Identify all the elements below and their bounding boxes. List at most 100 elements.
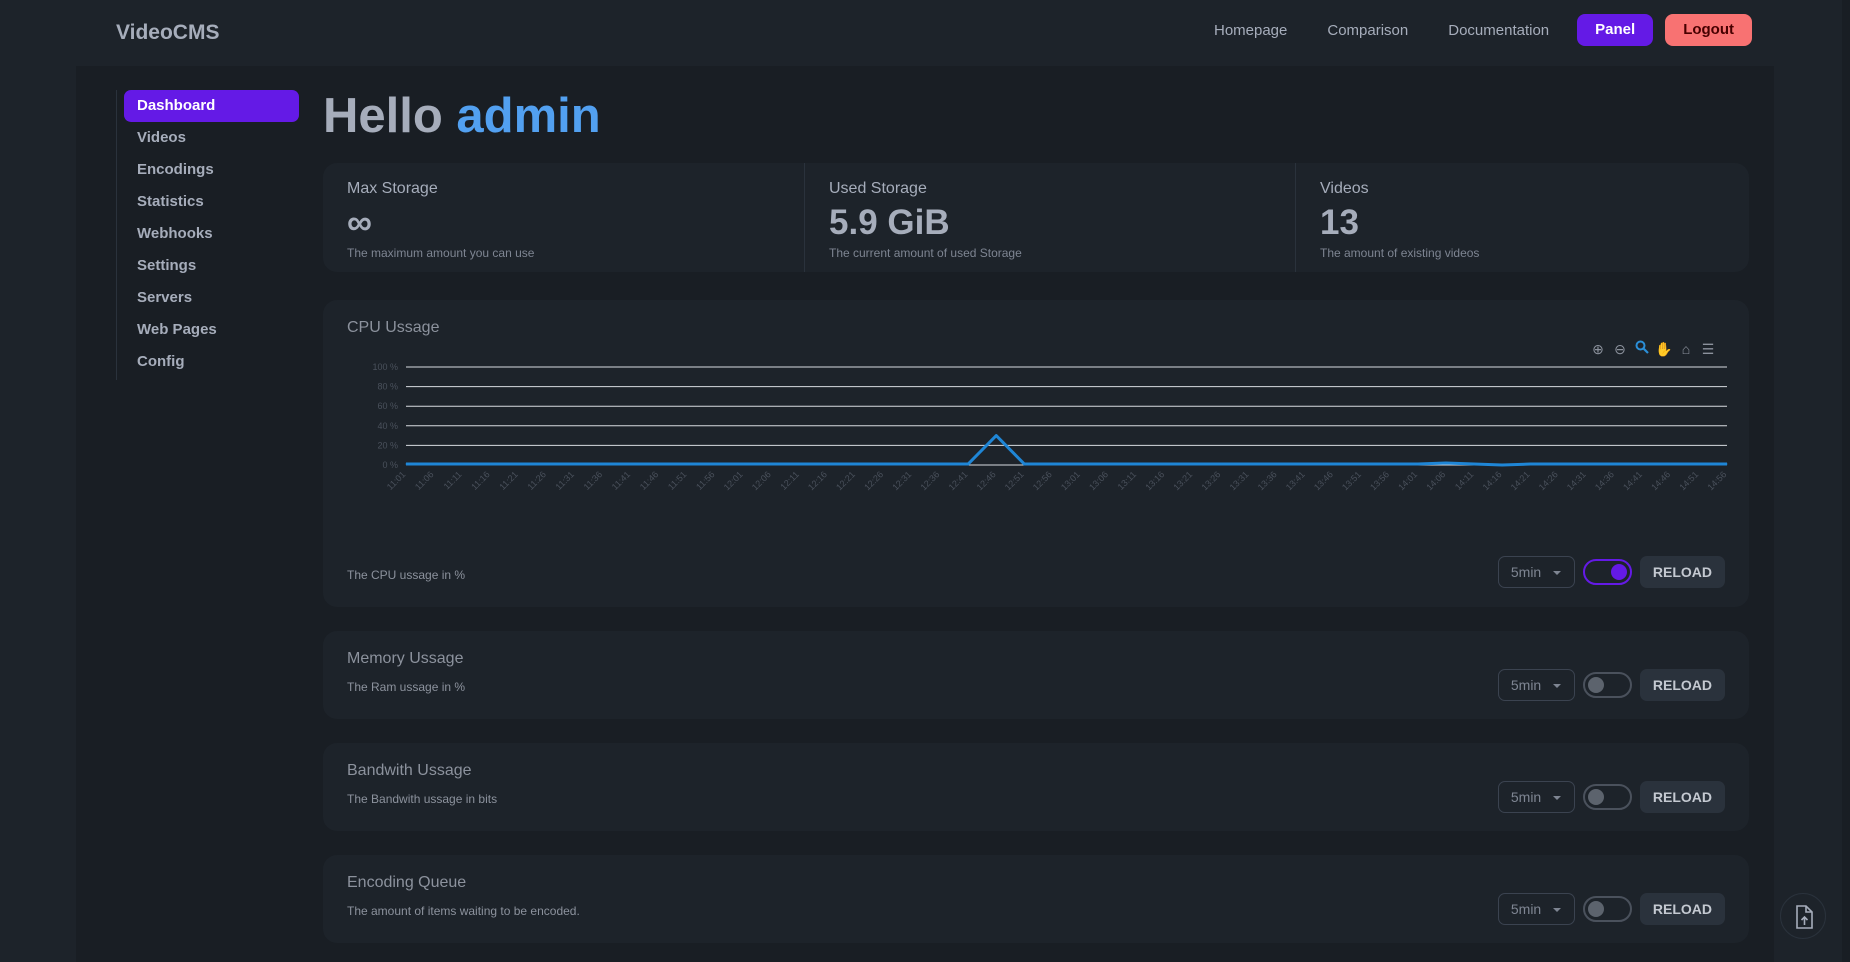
stat-used-storage: Used Storage 5.9 GiB The current amount … bbox=[804, 163, 1295, 272]
sidebar-item-web-pages[interactable]: Web Pages bbox=[124, 314, 299, 346]
stat-title: Max Storage bbox=[347, 180, 438, 197]
sidebar-item-webhooks[interactable]: Webhooks bbox=[124, 218, 299, 250]
x-tick-label: 11:16 bbox=[469, 469, 492, 492]
cpu-data-point bbox=[1501, 464, 1503, 466]
reload-button[interactable]: RELOAD bbox=[1639, 669, 1725, 701]
stat-max-storage: Max Storage ∞ The maximum amount you can… bbox=[323, 163, 804, 272]
interval-value: 5min bbox=[1510, 789, 1542, 805]
cpu-data-point bbox=[1333, 463, 1335, 465]
live-toggle[interactable] bbox=[1582, 672, 1632, 698]
sidebar-item-videos[interactable]: Videos bbox=[124, 122, 299, 154]
x-tick-label: 11:21 bbox=[497, 469, 520, 492]
card-desc: The Ram ussage in % bbox=[347, 680, 466, 694]
cpu-data-point bbox=[602, 463, 604, 465]
nav-homepage[interactable]: Homepage bbox=[1214, 22, 1287, 39]
sidebar-item-settings[interactable]: Settings bbox=[124, 250, 299, 282]
stat-value: 5.9 GiB bbox=[829, 203, 950, 242]
reload-button[interactable]: RELOAD bbox=[1639, 556, 1725, 588]
cpu-data-point bbox=[1557, 463, 1559, 465]
cpu-data-point bbox=[1108, 463, 1110, 465]
x-tick-label: 13:11 bbox=[1116, 469, 1139, 492]
page-scrollbar[interactable] bbox=[1842, 0, 1850, 962]
sidebar-item-config[interactable]: Config bbox=[124, 346, 299, 378]
x-tick-label: 11:06 bbox=[413, 469, 436, 492]
sidebar-item-statistics[interactable]: Statistics bbox=[124, 186, 299, 218]
brand-logo[interactable]: VideoCMS bbox=[116, 21, 219, 45]
stat-value: ∞ bbox=[347, 203, 372, 242]
sidebar-item-dashboard[interactable]: Dashboard bbox=[124, 90, 299, 122]
top-navbar: VideoCMS Homepage Comparison Documentati… bbox=[0, 0, 1850, 66]
cpu-data-point bbox=[1164, 463, 1166, 465]
x-tick-label: 13:56 bbox=[1368, 469, 1391, 492]
x-tick-label: 14:46 bbox=[1649, 469, 1672, 492]
cpu-data-point bbox=[1726, 463, 1728, 465]
x-tick-label: 14:56 bbox=[1705, 469, 1728, 492]
cpu-usage-card: CPU Ussage ⊕ ⊖ ✋ ⌂ ☰ 100 % 80 % 60 % 40 % 20… bbox=[323, 300, 1749, 607]
card-desc: The CPU ussage in % bbox=[347, 568, 466, 582]
cpu-data-point bbox=[770, 463, 772, 465]
x-tick-label: 11:11 bbox=[442, 469, 464, 491]
cpu-data-point bbox=[798, 463, 800, 465]
reload-button[interactable]: RELOAD bbox=[1639, 781, 1725, 813]
x-tick-label: 13:01 bbox=[1059, 469, 1082, 492]
x-tick-label: 14:11 bbox=[1453, 469, 1476, 492]
caret-down-icon bbox=[1552, 908, 1561, 912]
card-title: Encoding Queue bbox=[347, 874, 467, 891]
x-tick-label: 12:26 bbox=[862, 469, 885, 492]
stat-title: Videos bbox=[1320, 180, 1369, 197]
x-tick-label: 12:01 bbox=[722, 469, 745, 492]
logout-button[interactable]: Logout bbox=[1665, 14, 1752, 46]
stat-desc: The current amount of used Storage bbox=[829, 246, 1022, 260]
x-tick-label: 14:51 bbox=[1677, 469, 1700, 492]
nav-comparison[interactable]: Comparison bbox=[1327, 22, 1408, 39]
card-controls: 5min RELOAD bbox=[1497, 556, 1725, 588]
x-tick-label: 13:21 bbox=[1171, 469, 1194, 492]
x-tick-label: 13:16 bbox=[1143, 469, 1166, 492]
x-tick-label: 11:31 bbox=[554, 469, 577, 492]
x-tick-label: 11:26 bbox=[525, 469, 548, 492]
x-tick-label: 12:16 bbox=[806, 469, 829, 492]
x-tick-label: 12:31 bbox=[890, 469, 913, 492]
sidebar: Dashboard Videos Encodings Statistics We… bbox=[116, 90, 299, 380]
panel-button[interactable]: Panel bbox=[1577, 14, 1654, 46]
bandwith-usage-card: Bandwith Ussage The Bandwith ussage in b… bbox=[323, 743, 1749, 831]
sidebar-item-servers[interactable]: Servers bbox=[124, 282, 299, 314]
live-toggle[interactable] bbox=[1582, 559, 1632, 585]
cpu-data-point bbox=[1304, 463, 1306, 465]
stat-desc: The maximum amount you can use bbox=[347, 246, 535, 260]
interval-select[interactable]: 5min bbox=[1497, 556, 1575, 588]
x-tick-label: 13:06 bbox=[1087, 469, 1110, 492]
interval-select[interactable]: 5min bbox=[1497, 781, 1575, 813]
card-desc: The amount of items waiting to be encode… bbox=[347, 904, 580, 918]
x-tick-label: 11:41 bbox=[610, 469, 633, 492]
y-tick-label: 80 % bbox=[377, 382, 398, 392]
y-tick-label: 100 % bbox=[372, 362, 398, 372]
cpu-data-point bbox=[1248, 463, 1250, 465]
cpu-data-point bbox=[546, 463, 548, 465]
toggle-knob bbox=[1587, 677, 1604, 693]
x-tick-label: 14:16 bbox=[1481, 469, 1504, 492]
interval-value: 5min bbox=[1510, 901, 1542, 917]
live-toggle[interactable] bbox=[1582, 784, 1632, 810]
card-controls: 5min RELOAD bbox=[1497, 669, 1725, 701]
cpu-data-point bbox=[1220, 463, 1222, 465]
cpu-data-point bbox=[714, 463, 716, 465]
interval-select[interactable]: 5min bbox=[1497, 669, 1575, 701]
greeting-hello: Hello bbox=[323, 89, 443, 143]
cpu-data-point bbox=[433, 463, 435, 465]
interval-select[interactable]: 5min bbox=[1497, 893, 1575, 925]
sidebar-item-encodings[interactable]: Encodings bbox=[124, 154, 299, 186]
toggle-knob bbox=[1587, 901, 1604, 917]
main-container: Dashboard Videos Encodings Statistics We… bbox=[76, 66, 1774, 962]
cpu-data-point bbox=[1192, 463, 1194, 465]
y-tick-label: 0 % bbox=[382, 460, 398, 470]
x-tick-label: 14:26 bbox=[1537, 469, 1560, 492]
y-tick-label: 60 % bbox=[377, 401, 398, 411]
file-upload-button[interactable] bbox=[1780, 893, 1826, 939]
nav-documentation[interactable]: Documentation bbox=[1448, 22, 1549, 39]
live-toggle[interactable] bbox=[1582, 896, 1632, 922]
reload-button[interactable]: RELOAD bbox=[1639, 893, 1725, 925]
y-tick-label: 40 % bbox=[377, 421, 398, 431]
stat-videos: Videos 13 The amount of existing videos bbox=[1295, 163, 1749, 272]
cpu-data-point bbox=[517, 463, 519, 465]
